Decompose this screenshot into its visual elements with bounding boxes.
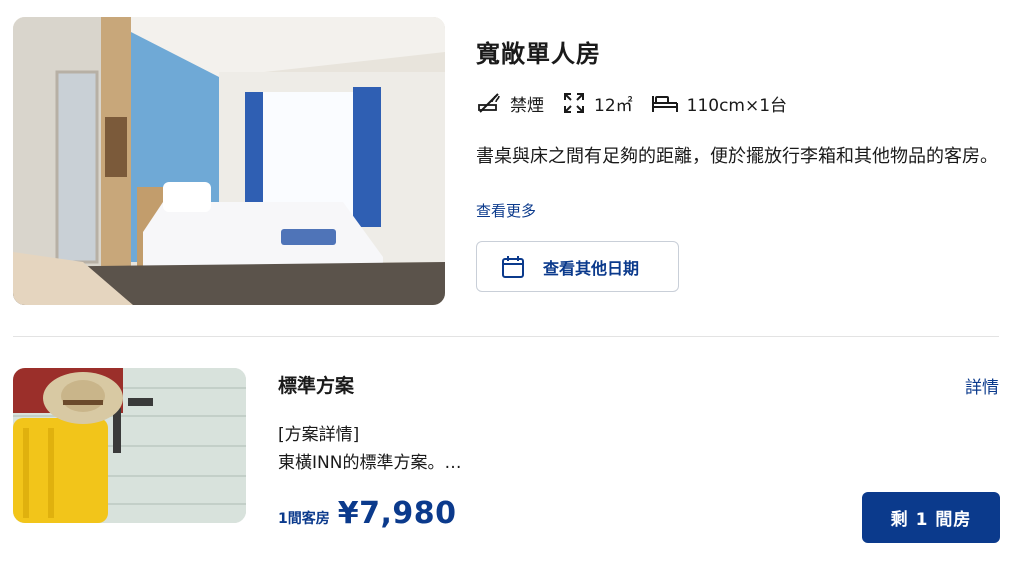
plan-photo bbox=[13, 368, 246, 523]
no-smoking-icon bbox=[478, 93, 500, 113]
feature-bed: 110cm×1台 bbox=[651, 91, 787, 116]
room-size-icon bbox=[564, 93, 584, 113]
plan-desc-heading: [方案詳情] bbox=[278, 425, 360, 445]
feature-no-smoking: 禁煙 bbox=[476, 90, 544, 116]
section-divider bbox=[13, 336, 999, 337]
feature-label-smoking: 禁煙 bbox=[510, 95, 544, 116]
plan-description: [方案詳情] 東橫INN的標準方案。… bbox=[278, 421, 461, 477]
room-name: 寬敞單人房 bbox=[476, 40, 601, 68]
calendar-icon bbox=[502, 255, 524, 278]
bed-icon bbox=[651, 96, 678, 112]
room-features: 禁煙 12㎡ 110cm×1台 bbox=[476, 88, 805, 118]
rooms-left-button[interactable]: 剩 1 間房 bbox=[862, 492, 1000, 543]
price-row: 1間客房 ¥7,980 bbox=[278, 496, 457, 531]
feature-label-size: 12㎡ bbox=[594, 95, 633, 116]
plan-name: 標準方案 bbox=[278, 375, 355, 397]
plan-desc-body: 東橫INN的標準方案。… bbox=[278, 453, 462, 473]
room-description: 書桌與床之間有足夠的距離，便於擺放行李箱和其他物品的客房。 bbox=[476, 146, 998, 167]
price-value: ¥7,980 bbox=[337, 496, 457, 531]
per-room-label: 1間客房 bbox=[278, 511, 330, 527]
view-other-dates-button[interactable]: 查看其他日期 bbox=[476, 241, 679, 292]
feature-label-bed: 110cm×1台 bbox=[686, 95, 788, 116]
view-other-dates-label: 查看其他日期 bbox=[543, 258, 640, 278]
feature-room-size: 12㎡ bbox=[562, 91, 633, 116]
see-more-link[interactable]: 查看更多 bbox=[476, 200, 536, 221]
plan-details-link[interactable]: 詳情 bbox=[965, 373, 999, 398]
room-photo bbox=[13, 17, 445, 305]
